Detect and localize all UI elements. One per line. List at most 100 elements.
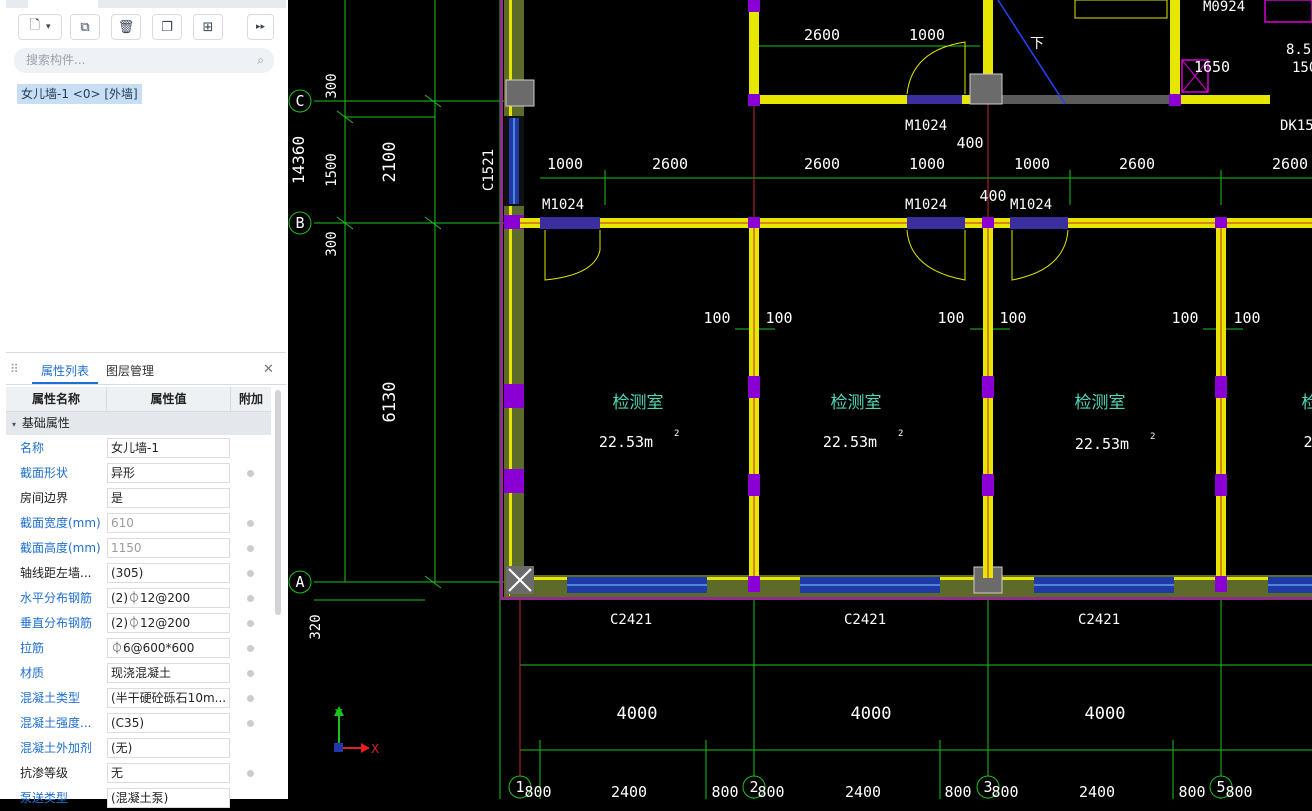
room-area: 2: [1303, 433, 1312, 451]
tab-layer-management[interactable]: 图层管理: [106, 358, 154, 384]
dim-text: 100: [703, 309, 730, 327]
attach-checkbox[interactable]: [247, 545, 254, 552]
search-input[interactable]: 搜索构件... ⌕: [14, 48, 274, 73]
room-name: 检测室: [613, 393, 664, 413]
property-name: 截面高度(mm): [20, 536, 106, 561]
property-value[interactable]: (2)⏀12@200: [107, 613, 230, 633]
search-placeholder: 搜索构件...: [26, 53, 85, 67]
component-label: 女儿墙-1 <0> [外墙]: [21, 87, 138, 101]
dim-text: 2400: [845, 783, 881, 799]
copy-icon: ⧉: [80, 20, 89, 35]
property-value[interactable]: (2)⏀12@200: [107, 588, 230, 608]
property-value[interactable]: ⏀6@600*600: [107, 638, 230, 658]
axis-x-label: X: [371, 742, 379, 756]
chevron-down-icon: ▾: [46, 22, 51, 32]
property-row: 水平分布钢筋(2)⏀12@200: [6, 586, 271, 611]
dim-text: 2100: [380, 142, 400, 183]
axis-y-label: Y: [334, 707, 343, 721]
property-row: 混凝土强度...(C35): [6, 711, 271, 736]
property-value[interactable]: (C35): [107, 713, 230, 733]
grid-label-row: B: [295, 214, 304, 232]
property-row: 截面高度(mm)1150: [6, 536, 271, 561]
property-name: 垂直分布钢筋: [20, 611, 106, 636]
dim-text: 1000: [547, 155, 583, 173]
door-label: M1024: [905, 197, 947, 213]
property-value[interactable]: (半干硬砼砾石10m...: [107, 688, 230, 708]
layer-copy-icon: ⊞: [203, 20, 214, 35]
room-name: 检测室: [831, 393, 882, 413]
attach-checkbox[interactable]: [247, 595, 254, 602]
dim-text: 4000: [1085, 704, 1126, 724]
component-item[interactable]: 女儿墙-1 <0> [外墙]: [17, 84, 142, 104]
grid-label-col: 5: [1216, 778, 1225, 796]
new-button[interactable]: 🗋▾: [18, 14, 62, 40]
property-value[interactable]: (混凝土泵): [107, 788, 230, 808]
dim-text: 1000: [909, 155, 945, 173]
panel-tab[interactable]: [28, 0, 98, 8]
cad-canvas[interactable]: C B A 1 2 3 5 300 14360 1500 2100 300 61…: [288, 0, 1312, 799]
property-value[interactable]: 无: [107, 763, 230, 783]
property-row: 材质现浇混凝土: [6, 661, 271, 686]
property-row: 轴线距左墙...(305): [6, 561, 271, 586]
left-panel: 🗋▾ ⧉ 🗑 ❐ ⊞ ▸▸ 搜索构件... ⌕ 女儿墙-1 <0> [外墙] ⠿…: [0, 0, 289, 799]
property-value[interactable]: (305): [107, 563, 230, 583]
property-value[interactable]: 现浇混凝土: [107, 663, 230, 683]
property-value[interactable]: (无): [107, 738, 230, 758]
dim-text: 2600: [804, 155, 840, 173]
attach-checkbox[interactable]: [247, 620, 254, 627]
dim-text: 800: [1178, 783, 1205, 799]
trash-icon: 🗑: [118, 20, 135, 35]
dim-text: 800: [944, 783, 971, 799]
attach-checkbox[interactable]: [247, 695, 254, 702]
dim-text: 100: [1233, 309, 1260, 327]
attach-checkbox[interactable]: [247, 770, 254, 777]
delete-button[interactable]: 🗑: [111, 14, 141, 40]
grid-label-row: A: [295, 573, 304, 591]
property-value[interactable]: 1150: [107, 538, 230, 558]
property-value[interactable]: 是: [107, 488, 230, 508]
property-value[interactable]: 610: [107, 513, 230, 533]
property-row: 拉筋⏀6@600*600: [6, 636, 271, 661]
tab-property-list[interactable]: 属性列表: [32, 358, 98, 384]
property-value[interactable]: 异形: [107, 463, 230, 483]
copy-button[interactable]: ⧉: [70, 14, 100, 40]
drag-handle-icon[interactable]: ⠿: [10, 362, 19, 376]
dim-text: 300: [324, 231, 340, 256]
attach-checkbox[interactable]: [247, 520, 254, 527]
property-row: 房间边界是: [6, 486, 271, 511]
dim-text: 800: [524, 783, 551, 799]
attach-checkbox[interactable]: [247, 720, 254, 727]
header-value: 属性值: [107, 387, 231, 411]
property-scrollbar[interactable]: [275, 390, 281, 615]
property-row: 混凝土类型(半干硬砼砾石10m...: [6, 686, 271, 711]
room-name: 检: [1302, 393, 1312, 413]
property-row: 截面形状异形: [6, 461, 271, 486]
property-value[interactable]: 女儿墙-1: [107, 438, 230, 458]
window-label: C2421: [844, 612, 886, 628]
duplicate-button[interactable]: ❐: [152, 14, 182, 40]
dim-text: 1000: [1014, 155, 1050, 173]
dim-text: 1500: [324, 153, 340, 187]
property-group[interactable]: ▾ 基础属性: [6, 412, 271, 435]
more-button[interactable]: ▸▸: [247, 14, 274, 40]
chevron-down-icon: ▾: [12, 420, 16, 429]
property-name: 房间边界: [20, 486, 106, 511]
room-name: 检测室: [1075, 393, 1126, 413]
dim-text: 1650: [1194, 58, 1230, 76]
dim-text: 320: [308, 614, 324, 639]
room-area: 22.53m: [823, 433, 877, 451]
attach-checkbox[interactable]: [247, 645, 254, 652]
property-name: 混凝土类型: [20, 686, 106, 711]
other-label: 8.51: [1286, 42, 1312, 58]
dim-text: 100: [1171, 309, 1198, 327]
dim-text: 4000: [617, 704, 658, 724]
attach-checkbox[interactable]: [247, 670, 254, 677]
dim-text: 2600: [1119, 155, 1155, 173]
other-label: DK152: [1280, 118, 1312, 134]
attach-checkbox[interactable]: [247, 570, 254, 577]
close-icon[interactable]: ✕: [263, 362, 274, 377]
attach-checkbox[interactable]: [247, 470, 254, 477]
layer-copy-button[interactable]: ⊞: [193, 14, 223, 40]
window-label: C1521: [481, 149, 497, 191]
property-row: 混凝土外加剂(无): [6, 736, 271, 761]
